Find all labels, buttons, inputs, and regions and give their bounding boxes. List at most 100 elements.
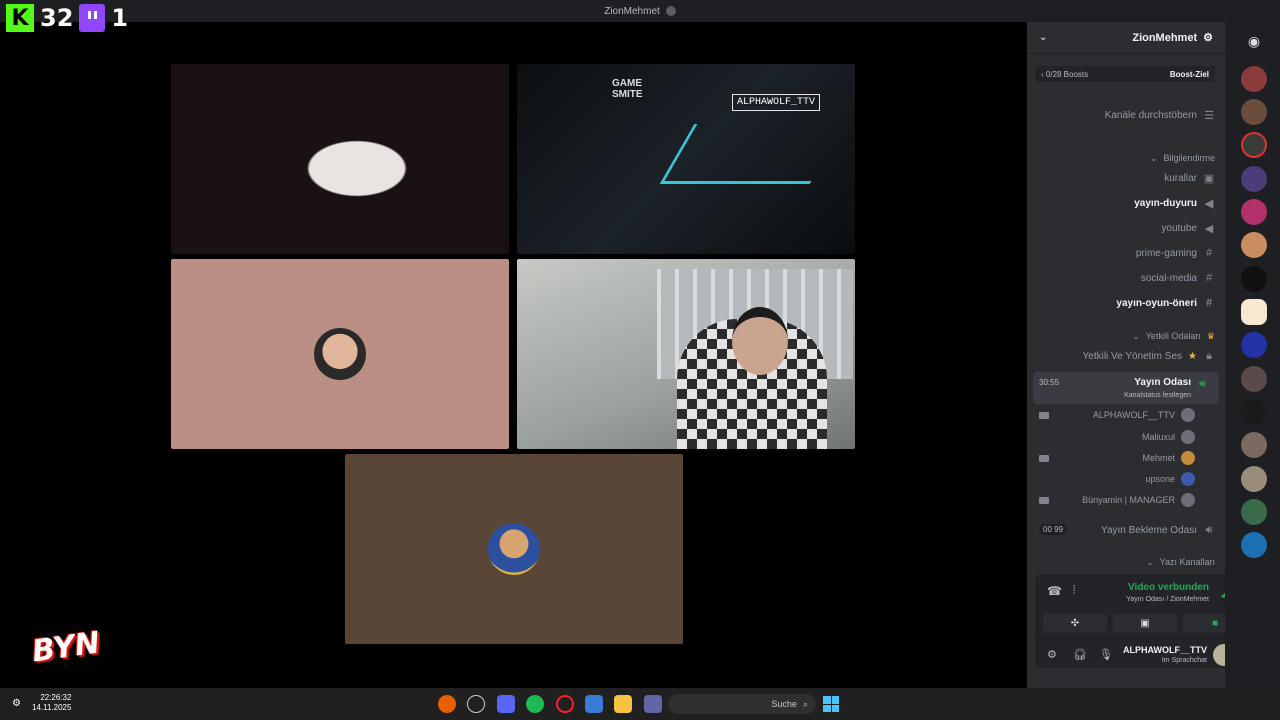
- server-icon[interactable]: [1241, 532, 1267, 558]
- list-icon: ☰: [1204, 109, 1214, 122]
- screen-share-button[interactable]: ▣: [1113, 614, 1177, 632]
- voice-channel-name: Yayın Odası: [1134, 377, 1191, 388]
- kick-viewer-count: 32: [40, 4, 74, 32]
- chevron-down-icon: ⌄: [1132, 330, 1140, 341]
- channel-prime-gaming[interactable]: prime-gaming #: [1136, 244, 1215, 262]
- opera-icon[interactable]: [556, 695, 574, 713]
- user-panel: ⚙ 🎧︎ 🎙︎ ALPHAWOLF__TTV Im Sprachchat: [1035, 642, 1253, 668]
- clock-app-icon[interactable]: [467, 695, 485, 713]
- avatar: [1181, 408, 1195, 422]
- gear-icon[interactable]: ⚙: [1047, 648, 1057, 661]
- server-icon[interactable]: [1241, 132, 1267, 158]
- camera-icon: [1039, 455, 1049, 462]
- twitch-icon: [79, 4, 106, 32]
- speaker-icon: 🔊︎: [1205, 523, 1213, 536]
- voice-channel-waiting[interactable]: Yayın Bekleme Odası 🔊︎: [1101, 521, 1215, 539]
- cam2-game-label: GAME SMITE: [612, 78, 643, 100]
- spotify-icon[interactable]: [526, 695, 544, 713]
- discord-icon[interactable]: [497, 695, 515, 713]
- server-icon[interactable]: [1241, 332, 1267, 358]
- search-input[interactable]: Suche ⌕: [668, 694, 816, 714]
- gift-icon[interactable]: [1241, 299, 1267, 325]
- megaphone-icon: ◀: [1204, 197, 1214, 210]
- teams-icon[interactable]: [644, 695, 662, 713]
- chevron-down-icon: ⌄: [1146, 556, 1154, 567]
- category-bilgilendirme[interactable]: ⌄ Bilgilendirme: [1150, 149, 1215, 167]
- channel-sidebar: ⌄ ZionMehmet ⚙ ‹ 0/28 Boosts Boost-Ziel …: [1027, 22, 1253, 688]
- screen-share-icon: ▣: [1140, 617, 1150, 629]
- server-icon[interactable]: [1241, 399, 1267, 425]
- browse-channels[interactable]: Kanäle durchstöbern ☰: [1105, 106, 1215, 124]
- voice-user[interactable]: Maliuxul: [1142, 428, 1195, 446]
- store-icon[interactable]: [585, 695, 603, 713]
- activity-icon: ✣: [1070, 617, 1080, 629]
- connection-channel[interactable]: Yayın Odası / ZionMehmet: [1126, 596, 1209, 603]
- gear-icon[interactable]: ⚙: [1203, 31, 1213, 44]
- server-icon[interactable]: [1241, 499, 1267, 525]
- channel-yayin-oyun-oneri[interactable]: yayın-oyun-öneri #: [1116, 294, 1215, 312]
- voice-user[interactable]: Mehmet: [1142, 449, 1195, 467]
- microphone-icon[interactable]: 🎙︎: [1099, 648, 1113, 661]
- server-icon[interactable]: [1241, 199, 1267, 225]
- server-list: ◉: [1225, 22, 1280, 688]
- hash-icon: #: [1205, 272, 1213, 284]
- server-icon[interactable]: [1241, 266, 1267, 292]
- user-name[interactable]: ALPHAWOLF__TTV: [1123, 645, 1207, 655]
- video-tile-cam2[interactable]: GAME SMITE ALPHAWOLF_TTV: [517, 64, 855, 254]
- avatar: [1181, 493, 1195, 507]
- disconnect-icon[interactable]: ☎︎: [1047, 584, 1062, 598]
- speaker-icon: 🔊︎: [1199, 378, 1206, 390]
- avatar: [488, 523, 540, 575]
- discord-icon: [665, 6, 676, 16]
- avatar: [1181, 472, 1195, 486]
- clock[interactable]: 22:26:32 14.11.2025: [32, 693, 71, 713]
- server-header[interactable]: ⌄ ZionMehmet ⚙: [1027, 22, 1225, 54]
- voice-channel-yayin-odasi[interactable]: 30:55 Yayın Odası Kanalstatus festlegen …: [1033, 372, 1219, 404]
- cam2-sign: ALPHAWOLF_TTV: [732, 94, 821, 111]
- noise-suppression-icon[interactable]: ⦙: [1073, 584, 1075, 597]
- firefox-icon[interactable]: [438, 695, 456, 713]
- screen: ZionMehmet K 32 1 GAME SMITE ALPHAWOLF_TT…: [0, 0, 1280, 720]
- voice-user[interactable]: Bünyamin | MANAGER: [1082, 491, 1195, 509]
- folder-icon[interactable]: [614, 695, 632, 713]
- audio-tile-2[interactable]: [345, 454, 683, 644]
- connection-status[interactable]: Video verbunden: [1128, 582, 1209, 593]
- server-icon[interactable]: [1241, 232, 1267, 258]
- voice-connection-panel: ☎︎ ⦙ Video verbunden Yayın Odası / ZionM…: [1035, 574, 1253, 668]
- windows-start-icon[interactable]: [823, 696, 839, 712]
- server-icon[interactable]: [1241, 466, 1267, 492]
- boost-label: Boost-Ziel: [1169, 69, 1209, 79]
- voice-user[interactable]: ALPHAWOLF__TTV: [1093, 406, 1195, 424]
- channel-yayin-duyuru[interactable]: yayın-duyuru ◀: [1134, 194, 1215, 212]
- channel-social-media[interactable]: social-media #: [1141, 269, 1215, 287]
- headphones-icon[interactable]: 🎧︎: [1073, 648, 1087, 661]
- settings-icon[interactable]: ⚙: [12, 698, 21, 709]
- boost-goal[interactable]: ‹ 0/28 Boosts Boost-Ziel: [1035, 66, 1215, 82]
- chevron-down-icon[interactable]: ⌄: [1039, 32, 1047, 43]
- server-icon[interactable]: [1241, 99, 1267, 125]
- discord-home-icon[interactable]: ◉: [1241, 28, 1267, 54]
- server-icon[interactable]: [1241, 432, 1267, 458]
- server-icon[interactable]: [1241, 66, 1267, 92]
- voice-channel-status[interactable]: Kanalstatus festlegen: [1124, 392, 1191, 399]
- category-yazi-kanallari[interactable]: ⌄ Yazı Kanalları: [1146, 553, 1215, 571]
- channel-yetkili-ses[interactable]: Yetkili Ve Yönetim Ses ★ 🔒︎: [1083, 347, 1215, 365]
- audio-tile-1[interactable]: [171, 259, 509, 449]
- server-icon[interactable]: [1241, 366, 1267, 392]
- camera-icon: ■: [1211, 617, 1219, 629]
- rules-icon: ▣: [1203, 172, 1215, 185]
- activity-button[interactable]: ✣: [1043, 614, 1107, 632]
- user-status: Im Sprachchat: [1161, 657, 1207, 664]
- category-yetkili[interactable]: ⌄ Yetkili Odaları ♛: [1132, 327, 1215, 345]
- voice-user[interactable]: upsone: [1145, 470, 1195, 488]
- chevron-down-icon: ⌄: [1149, 152, 1158, 163]
- megaphone-icon: ◀: [1204, 222, 1214, 235]
- server-icon[interactable]: [1241, 166, 1267, 192]
- avatar: [314, 328, 366, 380]
- crown-icon: ♛: [1206, 330, 1215, 341]
- video-tile-cam1[interactable]: [171, 64, 509, 254]
- channel-kurallar[interactable]: kurallar ▣: [1164, 169, 1215, 187]
- channel-youtube[interactable]: youtube ◀: [1161, 219, 1215, 237]
- video-tile-cam4[interactable]: [517, 259, 855, 449]
- taskbar: ⚙ 22:26:32 14.11.2025 Suche ⌕: [0, 688, 1280, 720]
